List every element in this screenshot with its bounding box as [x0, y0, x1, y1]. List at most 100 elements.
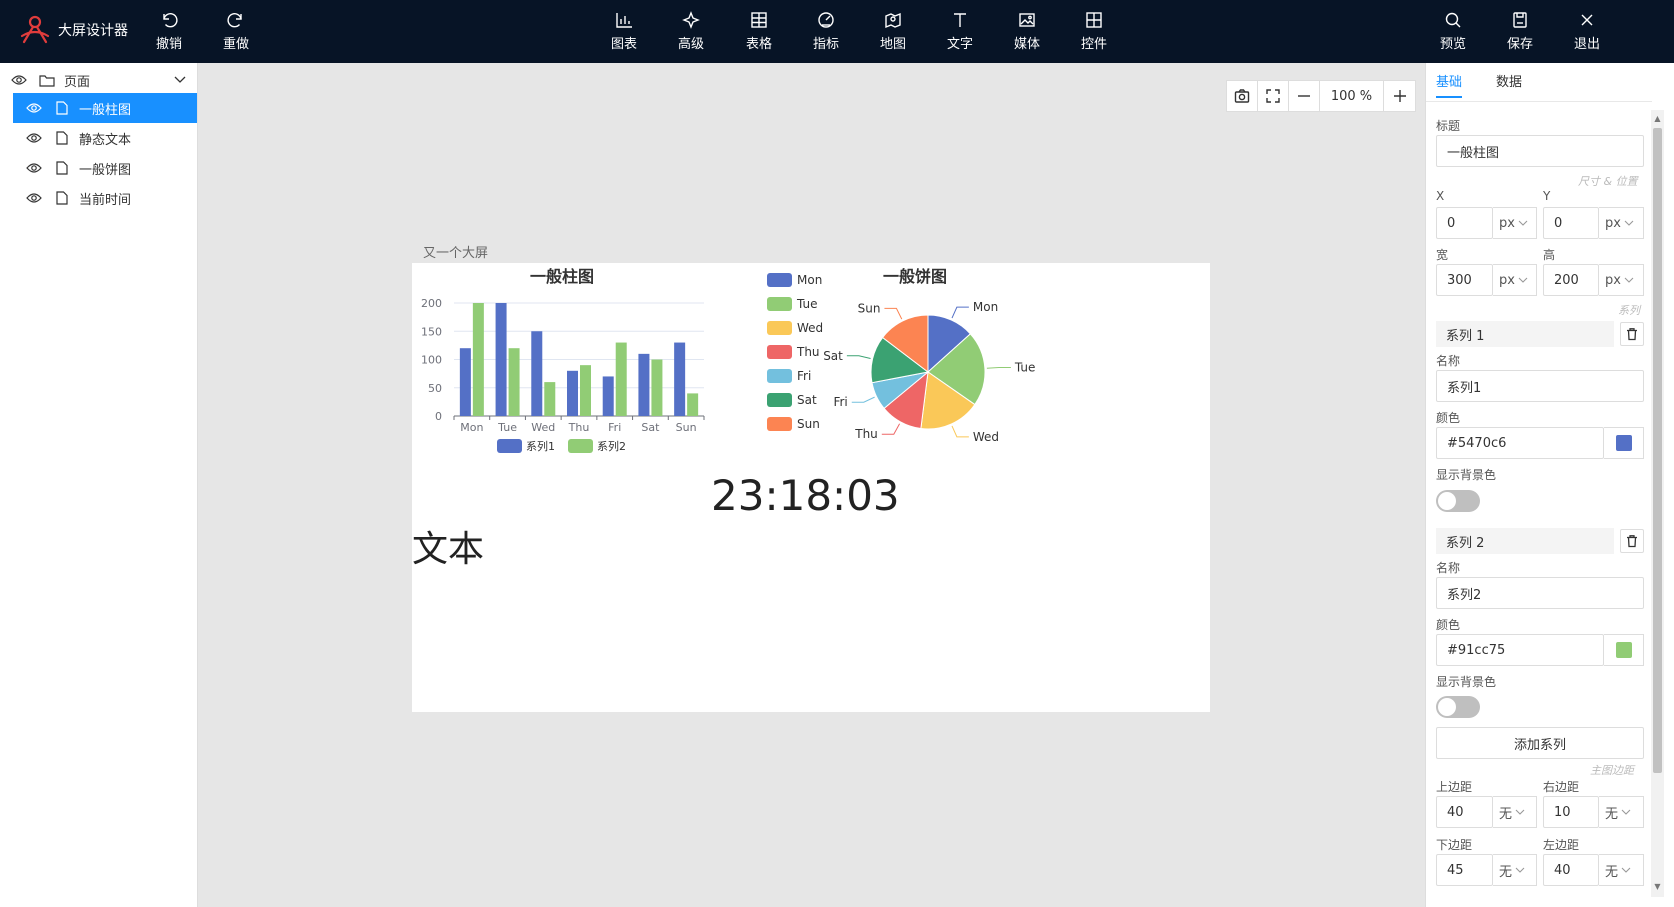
chevron-down-icon [1518, 219, 1528, 227]
y-unit-select[interactable]: px [1599, 207, 1644, 239]
margin-right-unit-value: 无 [1605, 806, 1619, 822]
margin-right-unit-select[interactable]: 无 [1599, 796, 1644, 828]
section-margin-label: 主图边距 [1590, 764, 1634, 777]
series-2-color-input[interactable]: #91cc75 [1436, 634, 1604, 666]
static-text-widget[interactable]: 文本 [412, 520, 484, 572]
eye-icon[interactable] [11, 74, 27, 86]
layer-item-bar-chart[interactable]: 一般柱图 [13, 93, 197, 123]
series-2-bg-toggle[interactable] [1436, 696, 1480, 718]
clock-widget[interactable]: 23:18:03 [711, 471, 900, 520]
layer-root-label: 页面 [64, 74, 91, 90]
series-1-header[interactable]: 系列 1 [1436, 321, 1614, 347]
series-1-name-input[interactable]: 系列1 [1436, 370, 1644, 402]
zoom-in-button[interactable] [1384, 81, 1415, 111]
pie-legend-swatch [767, 369, 792, 383]
delete-series-2-button[interactable] [1620, 529, 1644, 553]
margin-top-unit-select[interactable]: 无 [1493, 796, 1537, 828]
save-button[interactable]: 保存 [1495, 10, 1545, 54]
indicator-button[interactable]: 指标 [801, 10, 851, 54]
screen-canvas[interactable]: 一般柱图 0 50 100 150 200 Mon Tue Wed Thu Fri Sat Sun 系列1… [412, 263, 1210, 712]
layer-root-page[interactable]: 页面 [0, 65, 198, 95]
title-label: 标题 [1436, 119, 1461, 133]
fullscreen-button[interactable] [1258, 81, 1289, 111]
series-2-color-picker[interactable] [1604, 634, 1644, 666]
bar-1 [638, 353, 650, 416]
eye-icon[interactable] [26, 132, 42, 144]
chevron-down-icon[interactable] [174, 76, 186, 84]
exit-button[interactable]: 退出 [1562, 10, 1612, 54]
layer-item-label: 当前时间 [79, 192, 132, 208]
width-input[interactable]: 300 [1436, 264, 1493, 296]
undo-button[interactable]: 撤销 [144, 10, 194, 54]
layer-item-current-time[interactable]: 当前时间 [0, 183, 198, 213]
app-title: 大屏设计器 [58, 23, 128, 39]
eye-icon[interactable] [26, 162, 42, 174]
media-button[interactable]: 媒体 [1002, 10, 1052, 54]
pie-slice-label: Fri [833, 395, 847, 409]
eye-icon[interactable] [26, 102, 42, 114]
x-unit-select[interactable]: px [1493, 207, 1537, 239]
layer-item-label: 一般饼图 [79, 162, 132, 178]
series-1-bg-toggle[interactable] [1436, 490, 1480, 512]
width-unit-select[interactable]: px [1493, 264, 1537, 296]
margin-right-input[interactable]: 10 [1543, 796, 1599, 828]
pie-label-line [986, 367, 1011, 369]
width-unit-value: px [1499, 272, 1515, 288]
advanced-button[interactable]: 高级 [666, 10, 716, 54]
scroll-down-arrow[interactable]: ▼ [1651, 880, 1664, 894]
zoom-toolbar: 100 % [1226, 80, 1416, 112]
margin-left-input[interactable]: 40 [1543, 854, 1599, 886]
series-2-name-input[interactable]: 系列2 [1436, 577, 1644, 609]
height-unit-select[interactable]: px [1599, 264, 1644, 296]
series-2-header[interactable]: 系列 2 [1436, 528, 1614, 554]
scroll-up-arrow[interactable]: ▲ [1651, 112, 1664, 126]
pie-legend-label: Fri [797, 369, 811, 383]
add-series-button[interactable]: 添加系列 [1436, 727, 1644, 759]
widget-button[interactable]: 控件 [1069, 10, 1119, 54]
margin-bottom-unit-select[interactable]: 无 [1493, 854, 1537, 886]
bar-1 [602, 376, 614, 416]
preview-label: 预览 [1439, 37, 1466, 52]
preview-button[interactable]: 预览 [1428, 10, 1478, 54]
pie-legend-label: Thu [796, 345, 820, 359]
map-button[interactable]: 地图 [868, 10, 918, 54]
pie-legend-swatch [767, 393, 792, 407]
series-1-bg-label: 显示背景色 [1436, 468, 1497, 482]
screen-title: 又一个大屏 [423, 246, 489, 261]
advanced-label: 高级 [677, 37, 704, 52]
title-input[interactable]: 一般柱图 [1436, 135, 1644, 167]
layer-item-static-text[interactable]: 静态文本 [0, 123, 198, 153]
margin-top-input[interactable]: 40 [1436, 796, 1493, 828]
bar-2 [687, 393, 699, 416]
search-icon [1445, 12, 1461, 28]
bar-x-tick-label: Mon [460, 421, 483, 434]
chart-button[interactable]: 图表 [599, 10, 649, 54]
y-input[interactable]: 0 [1543, 207, 1599, 239]
scrollbar-thumb[interactable] [1653, 128, 1662, 773]
redo-button[interactable]: 重做 [211, 10, 261, 54]
bar-y-tick-label: 150 [421, 325, 442, 338]
bar-2 [615, 342, 627, 416]
x-input[interactable]: 0 [1436, 207, 1493, 239]
layer-item-pie-chart[interactable]: 一般饼图 [0, 153, 198, 183]
section-size-label: 尺寸 & 位置 [1578, 175, 1638, 188]
screenshot-button[interactable] [1227, 81, 1258, 111]
bar-2 [651, 359, 663, 416]
tab-basic[interactable]: 基础 [1436, 71, 1463, 98]
text-button[interactable]: 文字 [935, 10, 985, 54]
document-icon [56, 161, 68, 175]
series-1-color-input[interactable]: #5470c6 [1436, 427, 1604, 459]
table-icon [751, 12, 767, 28]
chevron-down-icon [1515, 808, 1525, 816]
height-input[interactable]: 200 [1543, 264, 1599, 296]
tab-data[interactable]: 数据 [1496, 71, 1522, 90]
margin-bottom-input[interactable]: 45 [1436, 854, 1493, 886]
widget-label: 控件 [1080, 37, 1107, 52]
zoom-out-button[interactable] [1289, 81, 1320, 111]
margin-left-unit-select[interactable]: 无 [1599, 854, 1644, 886]
delete-series-1-button[interactable] [1620, 322, 1644, 346]
table-button[interactable]: 表格 [734, 10, 784, 54]
series-1-color-picker[interactable] [1604, 427, 1644, 459]
eye-icon[interactable] [26, 192, 42, 204]
top-toolbar: 大屏设计器 撤销 重做 图表 高级 表格 指标 地图 文字 媒体 控件 预览 保… [0, 0, 1674, 63]
